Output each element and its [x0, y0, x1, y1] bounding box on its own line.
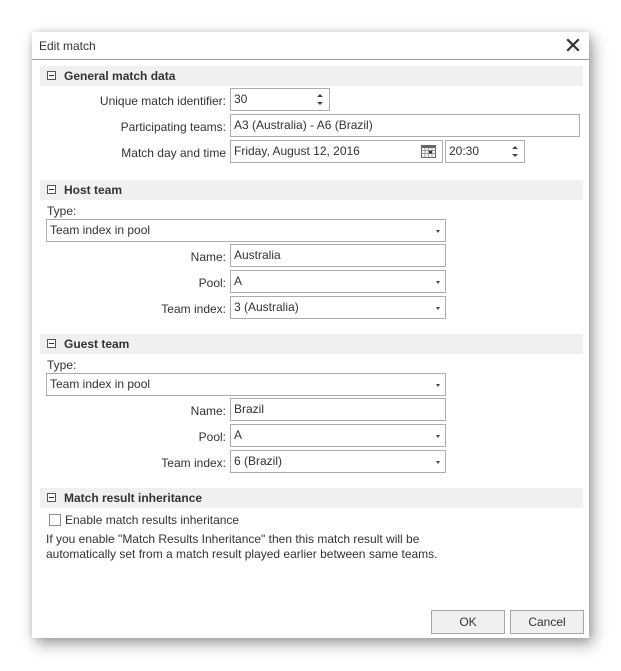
host-type-dropdown[interactable]: Team index in pool [46, 219, 446, 242]
host-index-label: Team index: [161, 302, 226, 316]
dialog-title: Edit match [39, 39, 96, 53]
host-type-label: Type: [47, 204, 77, 218]
time-spinbox[interactable]: 20:30 [445, 140, 525, 163]
calendar-icon[interactable] [421, 145, 436, 158]
identifier-value: 30 [234, 92, 248, 106]
title-bar: Edit match [32, 32, 589, 60]
inheritance-info-line-2: automatically set from a match result pl… [46, 547, 438, 561]
spin-up-icon[interactable] [317, 94, 323, 97]
group-title-inheritance: Match result inheritance [64, 491, 203, 505]
time-value: 20:30 [449, 144, 480, 158]
guest-type-value: Team index in pool [50, 377, 151, 391]
group-title-host: Host team [64, 183, 123, 197]
chevron-down-icon [436, 307, 440, 310]
host-pool-value: A [234, 274, 243, 288]
guest-index-value: 6 (Brazil) [234, 454, 283, 468]
guest-index-label: Team index: [161, 456, 226, 470]
cancel-button[interactable]: Cancel [510, 610, 584, 634]
ok-button[interactable]: OK [431, 610, 505, 634]
inheritance-checkbox-label[interactable]: Enable match results inheritance [65, 513, 239, 527]
teams-value: A3 (Australia) - A6 (Brazil) [234, 118, 373, 132]
collapse-icon[interactable] [47, 493, 56, 502]
close-icon [566, 38, 580, 52]
guest-pool-dropdown[interactable]: A [230, 424, 446, 447]
datetime-label: Match day and time [121, 146, 226, 160]
guest-index-dropdown[interactable]: 6 (Brazil) [230, 450, 446, 473]
group-header-general[interactable]: General match data [40, 66, 583, 86]
host-name-field[interactable]: Australia [230, 244, 446, 267]
group-header-inheritance[interactable]: Match result inheritance [40, 488, 583, 508]
host-name-value: Australia [234, 248, 281, 262]
group-title-guest: Guest team [64, 337, 130, 351]
identifier-spin-buttons[interactable] [316, 92, 324, 107]
chevron-down-icon [436, 281, 440, 284]
chevron-down-icon [436, 435, 440, 438]
guest-pool-label: Pool: [198, 430, 226, 444]
guest-name-field[interactable]: Brazil [230, 398, 446, 421]
collapse-icon[interactable] [47, 71, 56, 80]
spin-down-icon[interactable] [317, 102, 323, 105]
group-header-guest[interactable]: Guest team [40, 334, 583, 354]
close-button[interactable] [564, 36, 582, 54]
inheritance-info: If you enable "Match Results Inheritance… [46, 532, 566, 562]
chevron-down-icon [436, 384, 440, 387]
chevron-down-icon [436, 461, 440, 464]
identifier-label: Unique match identifier: [99, 94, 226, 108]
guest-name-value: Brazil [234, 402, 265, 416]
identifier-spinbox[interactable]: 30 [230, 88, 330, 111]
date-picker[interactable]: Friday, August 12, 2016 [230, 140, 443, 163]
group-header-host[interactable]: Host team [40, 180, 583, 200]
inheritance-info-line-1: If you enable "Match Results Inheritance… [46, 532, 420, 546]
host-type-value: Team index in pool [50, 223, 151, 237]
teams-field[interactable]: A3 (Australia) - A6 (Brazil) [230, 114, 580, 137]
collapse-icon[interactable] [47, 185, 56, 194]
host-index-value: 3 (Australia) [234, 300, 299, 314]
host-name-label: Name: [190, 250, 226, 264]
chevron-down-icon [436, 230, 440, 233]
spin-down-icon[interactable] [512, 154, 518, 157]
guest-name-label: Name: [190, 404, 226, 418]
collapse-icon[interactable] [47, 339, 56, 348]
teams-label: Participating teams: [120, 120, 226, 134]
host-pool-label: Pool: [198, 276, 226, 290]
inheritance-checkbox[interactable] [49, 514, 61, 526]
guest-pool-value: A [234, 428, 243, 442]
guest-type-label: Type: [47, 358, 77, 372]
guest-type-dropdown[interactable]: Team index in pool [46, 373, 446, 396]
host-pool-dropdown[interactable]: A [230, 270, 446, 293]
spin-up-icon[interactable] [512, 146, 518, 149]
edit-match-dialog: Edit match General match data Unique mat… [32, 32, 589, 638]
group-title-general: General match data [64, 69, 176, 83]
host-index-dropdown[interactable]: 3 (Australia) [230, 296, 446, 319]
time-spin-buttons[interactable] [511, 144, 519, 159]
date-value: Friday, August 12, 2016 [234, 144, 360, 158]
